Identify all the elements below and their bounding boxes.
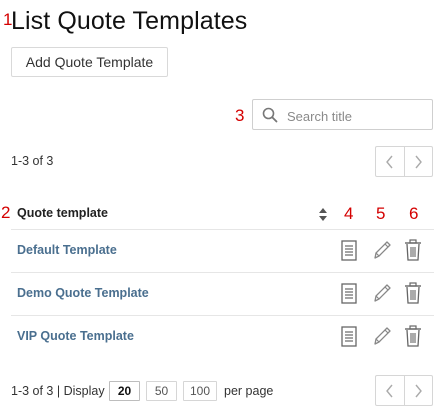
chevron-left-icon (385, 384, 393, 397)
result-count: 1-3 of 3 (11, 154, 54, 168)
edit-button[interactable] (372, 282, 393, 309)
row-link-vip-quote-template[interactable]: VIP Quote Template (17, 329, 134, 343)
marker-5: 5 (376, 204, 386, 223)
marker-4: 4 (344, 204, 354, 223)
marker-3: 3 (235, 106, 245, 125)
chevron-right-icon (415, 384, 423, 397)
page-size-100[interactable]: 100 (183, 381, 217, 401)
delete-button[interactable] (404, 239, 422, 266)
row-divider (11, 315, 434, 316)
document-icon (341, 240, 357, 261)
page-size-50[interactable]: 50 (146, 381, 177, 401)
trash-icon (405, 282, 421, 304)
chevron-left-icon (385, 155, 393, 168)
view-button[interactable] (341, 326, 357, 352)
edit-button[interactable] (372, 325, 393, 352)
search-icon (262, 107, 278, 123)
search-input[interactable] (285, 104, 429, 128)
document-icon (341, 326, 357, 347)
view-button[interactable] (341, 283, 357, 309)
trash-icon (405, 239, 421, 261)
trash-icon (405, 325, 421, 347)
footer-count: 1-3 of 3 | Display (11, 384, 105, 398)
search-box (252, 99, 433, 130)
next-page-button[interactable] (403, 376, 433, 405)
view-button[interactable] (341, 240, 357, 266)
delete-button[interactable] (404, 325, 422, 352)
prev-page-button[interactable] (376, 376, 404, 405)
per-page-label: per page (224, 384, 274, 398)
sort-icon[interactable] (318, 208, 328, 221)
page-title: List Quote Templates (11, 7, 248, 35)
pencil-icon (374, 327, 391, 345)
row-divider (11, 272, 434, 273)
row-link-default-template[interactable]: Default Template (17, 243, 117, 257)
marker-6: 6 (409, 204, 419, 223)
marker-2: 2 (1, 203, 11, 222)
edit-button[interactable] (372, 239, 393, 266)
add-quote-template-button[interactable]: Add Quote Template (11, 47, 168, 77)
chevron-right-icon (415, 155, 423, 168)
page-size-20[interactable]: 20 (109, 381, 140, 401)
pencil-icon (374, 241, 391, 259)
row-link-demo-quote-template[interactable]: Demo Quote Template (17, 286, 149, 300)
top-pager (375, 146, 433, 177)
bottom-pager (375, 375, 433, 406)
prev-page-button[interactable] (376, 147, 404, 176)
next-page-button[interactable] (403, 147, 433, 176)
table-divider (11, 229, 434, 230)
delete-button[interactable] (404, 282, 422, 309)
document-icon (341, 283, 357, 304)
pencil-icon (374, 284, 391, 302)
column-header-quote-template: Quote template (17, 206, 108, 220)
